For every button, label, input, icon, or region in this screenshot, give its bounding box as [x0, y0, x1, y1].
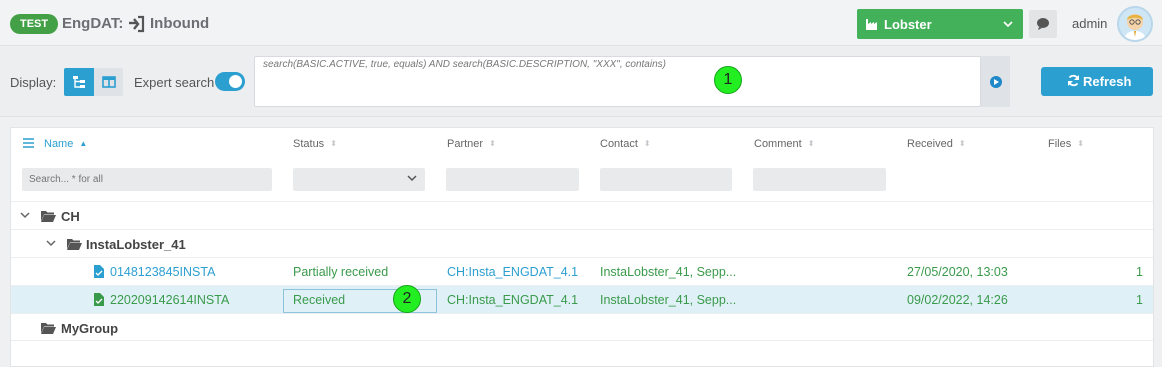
sort-icon: ⬍ — [1077, 139, 1084, 148]
file-icon — [94, 293, 104, 306]
comment-filter-input[interactable] — [753, 168, 886, 191]
sort-icon: ⬍ — [643, 139, 651, 148]
cell-name[interactable]: 220209142614INSTA — [110, 293, 229, 307]
chevron-down-icon — [1003, 21, 1013, 28]
table-row[interactable]: 0148123845INSTA Partially received CH:In… — [11, 257, 1153, 285]
column-header-label: Contact — [600, 138, 638, 150]
cell-contact: InstaLobster_41, Sepp... — [600, 265, 737, 279]
user-name[interactable]: admin — [1072, 16, 1107, 31]
page-title: Inbound — [150, 15, 210, 32]
column-header-label: Files — [1048, 138, 1072, 150]
folder-open-icon — [67, 239, 82, 250]
folder-open-icon — [41, 211, 56, 222]
column-header-contact[interactable]: Contact ⬍ — [600, 138, 651, 150]
table-view-button[interactable] — [94, 68, 123, 96]
column-header-received[interactable]: Received ⬍ — [907, 138, 966, 150]
column-menu-icon[interactable] — [23, 138, 34, 148]
query-text: search(BASIC.ACTIVE, true, equals) AND s… — [263, 59, 666, 70]
group-row-ch[interactable]: CH — [11, 201, 1153, 229]
cell-status: Received — [293, 293, 346, 307]
contact-filter-input[interactable] — [600, 168, 732, 191]
group-label: InstaLobster_41 — [86, 237, 186, 252]
group-row-instalobster[interactable]: InstaLobster_41 — [11, 229, 1153, 257]
expert-query-input[interactable]: search(BASIC.ACTIVE, true, equals) AND s… — [254, 56, 981, 107]
group-label: CH — [61, 209, 80, 224]
cell-contact: InstaLobster_41, Sepp... — [600, 293, 737, 307]
column-header-label: Status — [293, 138, 325, 150]
column-header-status[interactable]: Status ⬍ — [293, 138, 337, 150]
sort-icon: ⬍ — [489, 139, 496, 148]
cell-received: 27/05/2020, 13:03 — [907, 265, 1008, 279]
sort-icon: ⬍ — [958, 139, 966, 148]
column-header-files[interactable]: Files ⬍ — [1048, 138, 1084, 150]
environment-badge: TEST — [10, 14, 59, 34]
file-icon — [94, 265, 104, 278]
sort-asc-icon: ▲ — [79, 139, 88, 148]
group-row-mygroup[interactable]: MyGroup — [11, 313, 1153, 341]
cell-files: 1 — [1136, 265, 1143, 279]
table-row-selected[interactable]: 220209142614INSTA Received CH:Insta_ENGD… — [11, 285, 1153, 313]
chevron-down-icon[interactable] — [46, 240, 56, 248]
status-filter-select[interactable] — [293, 168, 425, 191]
name-filter-input[interactable] — [22, 168, 272, 191]
refresh-icon — [1068, 74, 1079, 87]
callout-marker-1: 1 — [714, 66, 742, 94]
column-header-label: Name — [44, 138, 74, 150]
column-header-name[interactable]: Name ▲ — [44, 138, 87, 150]
chat-icon — [1037, 18, 1049, 30]
refresh-label: Refresh — [1083, 74, 1132, 89]
inbound-grid: Name ▲ Status ⬍ Partner ⬍ Contact ⬍ Comment ⬍… — [10, 127, 1154, 367]
tree-view-button[interactable] — [64, 68, 94, 96]
sort-icon: ⬍ — [807, 139, 815, 148]
expert-search-label: Expert search — [134, 75, 215, 90]
sign-in-icon — [129, 15, 145, 33]
cell-partner[interactable]: CH:Insta_ENGDAT_4.1 — [447, 293, 578, 307]
callout-marker-2: 2 — [393, 285, 421, 313]
toggle-knob — [229, 75, 242, 88]
profile-select-label: Lobster — [884, 17, 932, 32]
user-avatar[interactable] — [1117, 6, 1153, 42]
columns-icon — [102, 76, 116, 88]
column-header-partner[interactable]: Partner ⬍ — [447, 138, 496, 150]
display-label: Display: — [10, 75, 57, 90]
group-label: MyGroup — [61, 321, 119, 336]
tree-view-icon — [73, 76, 85, 88]
cell-partner[interactable]: CH:Insta_ENGDAT_4.1 — [447, 265, 578, 279]
column-header-label: Comment — [754, 138, 802, 150]
column-header-comment[interactable]: Comment ⬍ — [754, 138, 814, 150]
chevron-down-icon — [407, 175, 417, 182]
view-mode-group — [64, 68, 123, 96]
column-header-label: Received — [907, 138, 953, 150]
app-name: EngDAT: — [62, 15, 124, 32]
factory-icon — [866, 19, 877, 30]
partner-filter-input[interactable] — [446, 168, 579, 191]
cell-name[interactable]: 0148123845INSTA — [110, 265, 215, 279]
refresh-button[interactable]: Refresh — [1041, 67, 1153, 96]
profile-select[interactable]: Lobster — [857, 9, 1023, 39]
column-header-label: Partner — [447, 138, 484, 150]
expert-search-toggle[interactable] — [215, 72, 245, 91]
avatar-icon — [1124, 14, 1146, 40]
search-toolbar: Display: Expert search search(BASIC.ACTI… — [0, 47, 1162, 117]
chevron-down-icon[interactable] — [20, 212, 30, 220]
top-bar: TEST EngDAT: Inbound Lobster admin — [0, 0, 1162, 46]
folder-open-icon — [41, 323, 56, 334]
run-search-button[interactable] — [981, 56, 1010, 107]
cell-status: Partially received — [293, 265, 389, 279]
cell-received: 09/02/2022, 14:26 — [907, 293, 1008, 307]
cell-files: 1 — [1136, 293, 1143, 307]
sort-icon: ⬍ — [330, 139, 337, 148]
play-icon — [990, 76, 1002, 88]
messages-button[interactable] — [1029, 10, 1057, 38]
